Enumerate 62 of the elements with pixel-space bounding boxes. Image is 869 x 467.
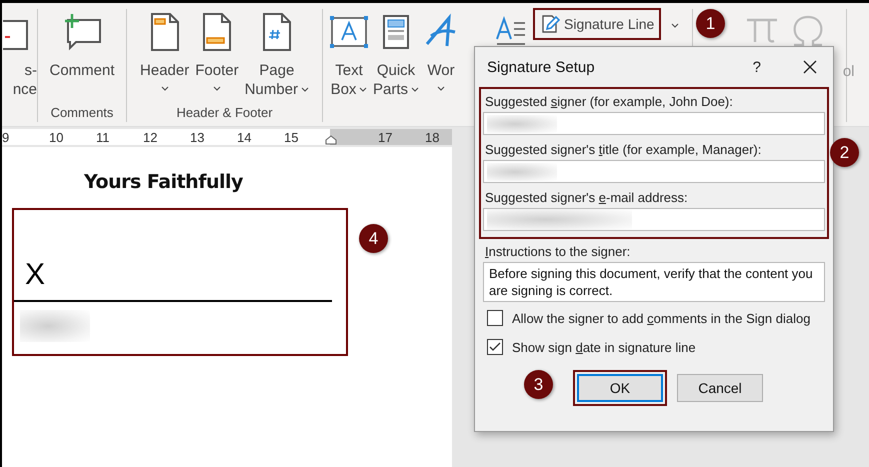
ruler-number: 9 xyxy=(2,130,10,144)
button-label: nce xyxy=(12,80,37,99)
footer-icon xyxy=(200,13,233,51)
ruler-number: 10 xyxy=(49,130,64,144)
input-field[interactable] xyxy=(483,208,825,231)
ruler-number: 18 xyxy=(425,130,440,144)
cancel-button[interactable]: Cancel xyxy=(677,374,763,402)
input-field[interactable] xyxy=(483,112,825,135)
ribbon-button[interactable]: Text Box xyxy=(329,9,369,122)
button-label: Header xyxy=(140,61,190,80)
checkbox-label: Allow the signer to add comments in the Sign dialog xyxy=(512,310,810,326)
indent-marker-icon[interactable] xyxy=(325,135,337,145)
button-label: Page xyxy=(259,61,294,80)
ruler-number: 11 xyxy=(96,130,110,144)
ruler-number: 17 xyxy=(378,130,392,144)
button-label: Parts xyxy=(373,80,408,99)
document-heading: Yours Faithfully xyxy=(84,171,244,193)
x-mark: X xyxy=(25,262,46,288)
field-label: Instructions to the signer: xyxy=(484,243,632,261)
ruler-number: 13 xyxy=(190,130,204,144)
instructions-field[interactable]: Before signing this document, verify that the content you are signing is correct. xyxy=(483,262,825,302)
ruler-number: 15 xyxy=(284,130,298,144)
field-label: Suggested signer (for example, John Doe): xyxy=(484,93,734,111)
drop-cap-icon[interactable] xyxy=(495,15,527,47)
help-button[interactable]: ? xyxy=(752,58,761,76)
symbol-label: ol xyxy=(842,63,854,80)
ribbon-button[interactable]: Comment xyxy=(49,9,115,105)
group-label: Header & Footer xyxy=(176,105,273,122)
header-icon xyxy=(148,13,181,51)
checkbox[interactable] xyxy=(487,310,503,326)
button-label: Footer xyxy=(195,61,239,80)
checkbox[interactable] xyxy=(487,339,503,355)
ribbon-button[interactable]: Header xyxy=(140,9,190,105)
ribbon-button[interactable]: Footer xyxy=(195,9,239,105)
input-field[interactable] xyxy=(483,160,825,183)
close-icon[interactable] xyxy=(803,60,817,74)
signature-icon xyxy=(540,14,560,34)
button-label: Box xyxy=(330,80,356,99)
ruler-number: 12 xyxy=(143,130,158,144)
ribbon-button[interactable]: Wor xyxy=(423,9,460,122)
page-number-icon xyxy=(260,13,293,51)
ok-button[interactable]: OK xyxy=(577,374,663,402)
button-label: Quick xyxy=(376,61,416,80)
text-box-icon xyxy=(329,13,369,51)
button-label: Text xyxy=(335,61,363,80)
button-label: s- xyxy=(24,61,37,80)
button-label: Comment xyxy=(49,61,115,80)
ruler-number: 14 xyxy=(237,130,252,144)
signature-line-button[interactable]: Signature Line xyxy=(533,8,662,40)
field-label: Suggested signer's title (for example, Manager): xyxy=(484,141,762,159)
quick-parts-icon xyxy=(382,13,410,51)
button-label: Number xyxy=(244,80,298,99)
field-label: Suggested signer's e-mail address: xyxy=(484,189,689,207)
group-label: Comments xyxy=(50,105,114,122)
signature-box[interactable]: X xyxy=(12,208,348,356)
dialog-title: Signature Setup xyxy=(487,58,595,76)
ribbon-button[interactable]: s- nce xyxy=(3,9,37,122)
button-label: Wor xyxy=(427,61,455,80)
checkbox-label: Show sign date in signature line xyxy=(512,340,696,354)
chevron-icon[interactable] xyxy=(671,23,680,28)
ribbon-button[interactable]: Quick Parts xyxy=(373,9,420,122)
ribbon-button[interactable]: Page Number xyxy=(244,9,309,105)
